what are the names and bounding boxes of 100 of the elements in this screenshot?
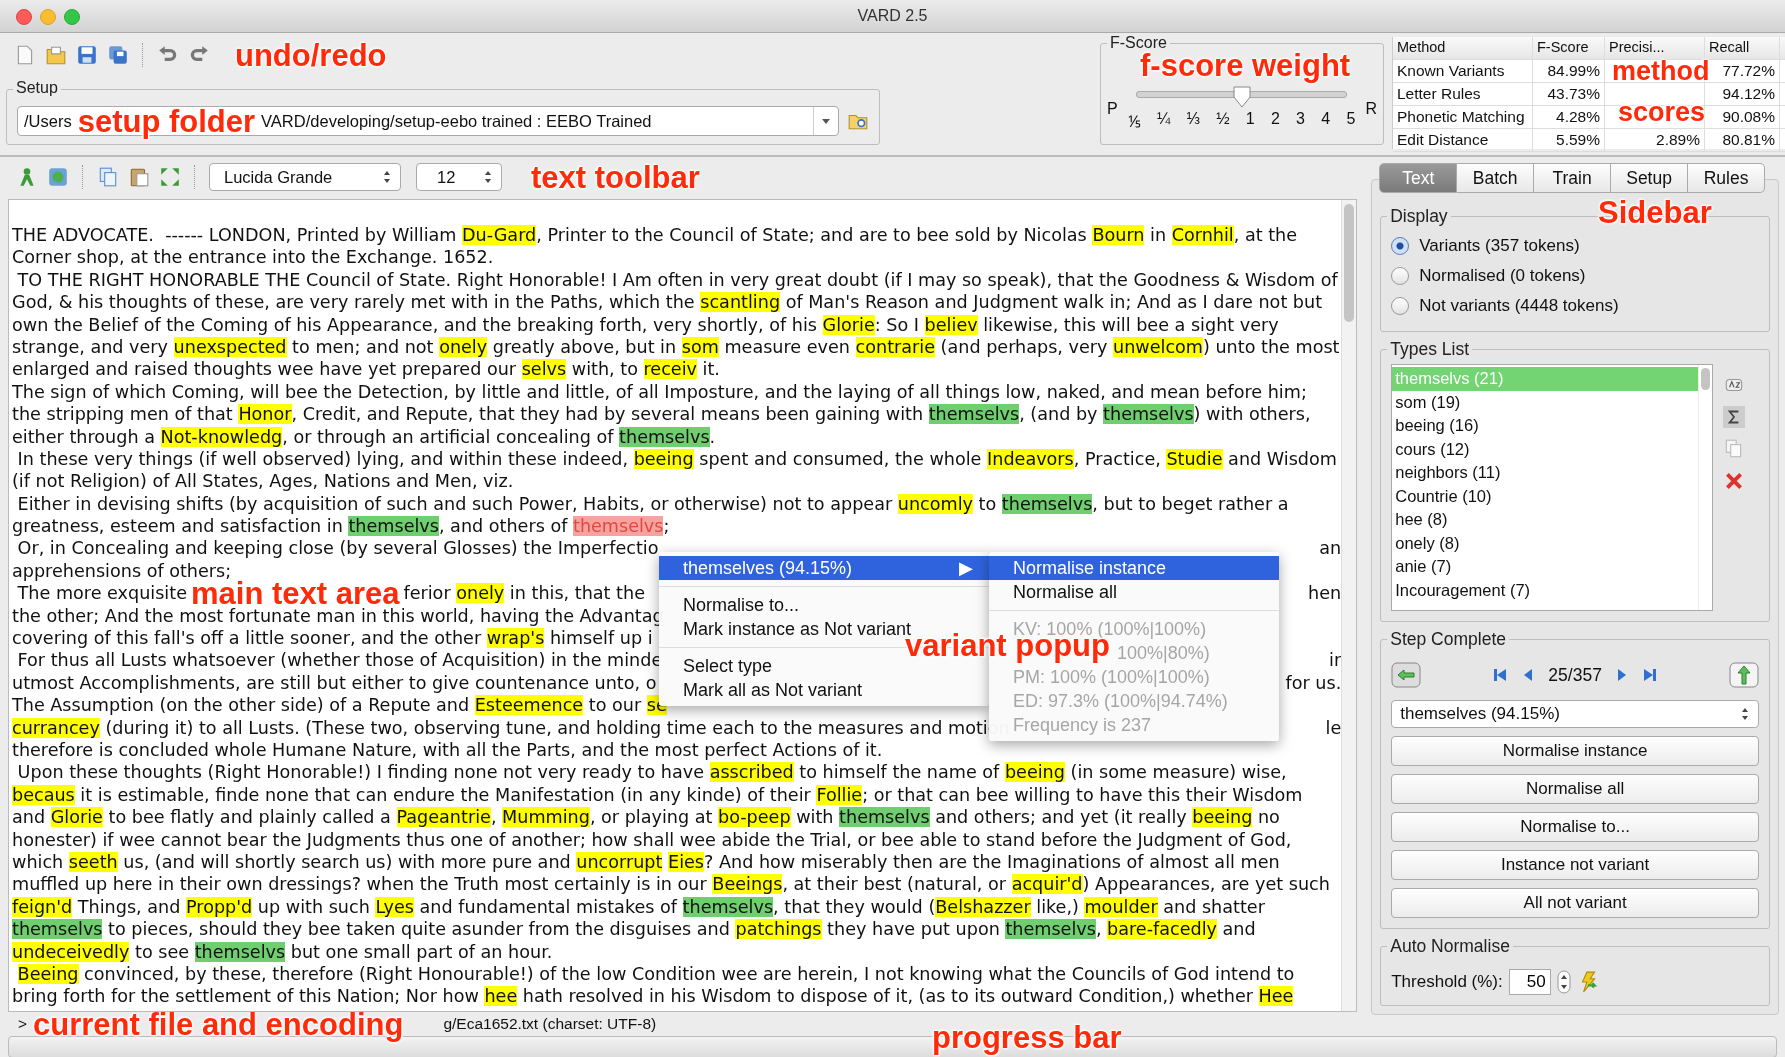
radio-label[interactable]: Normalised (0 tokens) xyxy=(1419,266,1586,286)
text-line: ferior onely in this, that the xyxy=(403,582,645,605)
stepper-icon[interactable] xyxy=(1556,970,1571,994)
tick-label: 2 xyxy=(1270,110,1280,129)
text-line: bring forth for the settlement of this Nation; Nor how hee hath resolved in his Wisdom to dispose of it, (as to its outward Condition,) whether Hee xyxy=(12,985,1294,1008)
save-all-icon[interactable] xyxy=(107,44,129,66)
list-item[interactable]: Countrie (10) xyxy=(1392,484,1699,508)
callout-label: text toolbar xyxy=(531,161,700,193)
types-list-label: Types List xyxy=(1387,339,1473,360)
text-line: The sign of which Coming, will bee the Detection, by little and little, of all Imposture, and the laying of all things low, naked, and mean before him; xyxy=(12,380,1307,404)
expand-icon[interactable] xyxy=(159,166,181,188)
column-header[interactable]: Method xyxy=(1393,37,1533,59)
table-cell: 94.12% xyxy=(1705,83,1780,105)
text-line: undeceivedly to see themselvs but one small part of an hour. xyxy=(12,940,553,963)
tab[interactable]: Batch xyxy=(1457,163,1535,193)
scrollbar[interactable] xyxy=(1341,200,1357,1011)
zoom-button[interactable] xyxy=(64,9,80,25)
paste-icon[interactable] xyxy=(128,166,150,188)
slider-thumb[interactable] xyxy=(1231,86,1252,108)
list-item[interactable]: neighbors (11) xyxy=(1392,461,1699,485)
callout-label: setup folder xyxy=(77,105,256,137)
close-button[interactable] xyxy=(16,9,32,25)
text-line: Beeing convinced, by these, therefore (Right Honourable!) of the low Condition wee are herein, I not knowing what the Councils of God intend to xyxy=(16,962,1295,986)
open-folder-icon[interactable] xyxy=(45,44,67,66)
tick-label: 4 xyxy=(1321,110,1331,129)
threshold-field[interactable]: 50 xyxy=(1508,969,1551,995)
text-line: le xyxy=(1325,716,1342,739)
back-arrow-button[interactable] xyxy=(1391,662,1422,688)
callout-label: f-score weight xyxy=(1140,50,1351,81)
copy-icon[interactable] xyxy=(97,166,119,188)
up-down-arrows-icon[interactable] xyxy=(1740,706,1750,722)
text-line: the stripping men of that Honor, Credit, and Repute, that they had by several means been gaining with themselvs, (and by themselvs) with others, xyxy=(12,403,1311,426)
size-combo[interactable]: 12 xyxy=(416,163,502,191)
action-button[interactable]: All not variant xyxy=(1391,888,1759,918)
column-header[interactable]: Recall xyxy=(1705,37,1780,59)
text-line: becaus it is estimable, finde none that can endure the Manifestation (in any kinde) of their Follie; or that can bee willing to have this their Wisdom xyxy=(12,783,1303,807)
font-combo[interactable]: Lucida Grande xyxy=(209,163,401,191)
tab[interactable]: Train xyxy=(1534,163,1612,193)
table-cell: Phonetic Matching xyxy=(1393,106,1533,128)
text-line: therefore is concluded whole Humane Nature, with all the Parts, and the most perfect Actions of it. xyxy=(12,739,883,762)
text-line: Either in devising shifts (by acquisition of such and such Power, Habits, or otherwise) not to appear uncomly to themselvs, but to beget rather a xyxy=(16,492,1289,516)
text-line: strange, and very unexspected to men; and not onely greatly above, but in som measure even contrarie (and perhaps, very unwelcom) unto the most xyxy=(12,335,1340,359)
list-item[interactable]: som (19) xyxy=(1392,390,1699,414)
up-arrow-button[interactable] xyxy=(1729,662,1759,688)
action-button[interactable]: Normalise to... xyxy=(1391,812,1759,842)
table-cell: 4.28% xyxy=(1533,106,1605,128)
text-line: THE ADVOCATE. ------ LONDON, Printed by William Du-Gard, Printer to the Council of State; and are to bee sold by Nicolas Bourn in Cornhil, at the xyxy=(12,224,1298,247)
menu-item[interactable]: Normalise instance xyxy=(989,556,1279,580)
tick-label: 5 xyxy=(1346,110,1356,129)
radio-label[interactable]: Variants (357 tokens) xyxy=(1419,236,1580,256)
radio-button[interactable] xyxy=(1391,267,1410,285)
table-cell: 2.89% xyxy=(1605,129,1705,151)
list-item[interactable]: anie (7) xyxy=(1392,555,1699,579)
text-line: covering of this fall's off a little sooner, and the other wrap's himself up i xyxy=(12,627,653,650)
text-line: Upon these thoughts (Right Honorable!) I finding none not very ready to have asscribed to himself the name of beeing (in some measure) wise, xyxy=(16,761,1287,784)
f-score-slider[interactable] xyxy=(1135,86,1348,108)
status-text: > xyxy=(18,1015,28,1033)
list-item[interactable]: hee (8) xyxy=(1392,508,1699,532)
column-header[interactable]: Precisi... xyxy=(1605,37,1705,59)
text-area[interactable] xyxy=(8,199,1358,1012)
table-cell: Letter Rules xyxy=(1393,83,1533,105)
menu-item[interactable]: themselves (94.15%) ▶ xyxy=(659,556,989,580)
tab[interactable]: Rules xyxy=(1688,163,1765,193)
text-line: ir xyxy=(1329,649,1342,672)
text-line: (if not Religion) of All States, Ages, Nations and Men, viz. xyxy=(12,470,514,493)
callout-label: progress bar xyxy=(932,1022,1122,1053)
globe-icon[interactable] xyxy=(47,166,69,188)
action-button[interactable]: Normalise instance xyxy=(1391,736,1759,766)
action-button[interactable]: Normalise all xyxy=(1391,774,1759,804)
radio-label[interactable]: Not variants (4448 tokens) xyxy=(1419,296,1619,316)
list-item[interactable]: Incouragement (7) xyxy=(1392,578,1699,602)
setup-label: Setup xyxy=(13,79,61,97)
text-line: apprehensions of others; xyxy=(12,559,232,581)
menu-item[interactable]: Normalise all xyxy=(989,580,1279,604)
text-line: either through a Not-knowledg, or through an artificial concealing of themselvs. xyxy=(12,425,716,448)
step-complete-label: Step Complete xyxy=(1387,629,1509,650)
text-line: For thus all Lusts whatsoever (whether those of Acquisition) in the minde xyxy=(16,649,663,672)
list-item[interactable]: onely (8) xyxy=(1392,531,1699,555)
first-icon[interactable] xyxy=(1492,667,1509,683)
normalisation-combo[interactable]: themselves (94.15%) xyxy=(1391,700,1759,728)
table-cell: 84.99% xyxy=(1533,60,1605,82)
last-icon[interactable] xyxy=(1641,667,1658,683)
column-header[interactable]: F-Score xyxy=(1533,37,1605,59)
tab[interactable]: Setup xyxy=(1611,163,1689,193)
radio-button[interactable] xyxy=(1391,237,1410,255)
up-down-arrows-icon[interactable] xyxy=(382,169,392,185)
text-line: Or, in Concealing and keeping close (by several Glosses) the Imperfectio xyxy=(16,537,659,560)
scrollbar[interactable] xyxy=(1698,365,1713,610)
up-down-arrows-icon[interactable] xyxy=(483,169,493,185)
action-button[interactable]: Instance not variant xyxy=(1391,850,1759,880)
caret-icon[interactable] xyxy=(821,116,831,126)
list-item[interactable]: cours (12) xyxy=(1392,437,1699,461)
radio-button[interactable] xyxy=(1391,297,1410,315)
table-cell: 90.08% xyxy=(1705,106,1780,128)
text-line: hen xyxy=(1308,582,1342,605)
position-counter: 25/357 xyxy=(1548,664,1602,686)
list-item[interactable]: beeing (16) xyxy=(1392,414,1699,438)
callout-label: undo/redo xyxy=(235,39,387,71)
save-icon[interactable] xyxy=(76,44,98,66)
sum-icon[interactable] xyxy=(1723,406,1746,428)
